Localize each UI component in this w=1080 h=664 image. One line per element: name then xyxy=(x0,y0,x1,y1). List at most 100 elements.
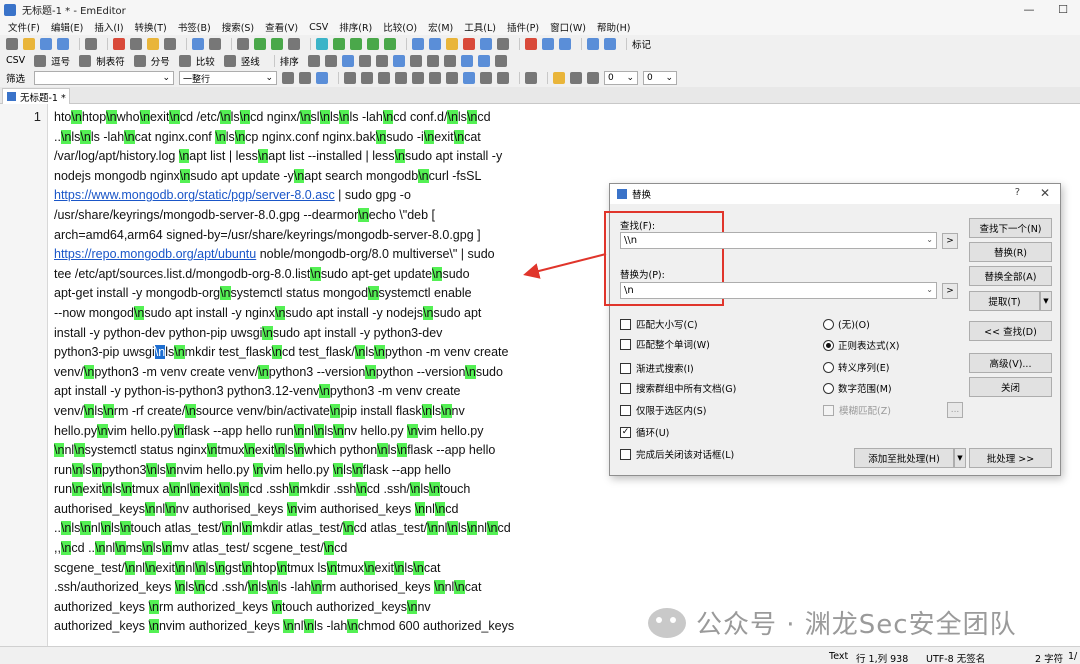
highlight-icon[interactable] xyxy=(316,37,328,50)
find-next-icon[interactable] xyxy=(254,37,266,50)
column-icon[interactable] xyxy=(429,37,441,50)
checkbox-box[interactable] xyxy=(620,448,631,460)
chevron-down-icon[interactable]: ⌄ xyxy=(926,235,933,244)
csv-mode-icon[interactable] xyxy=(34,54,47,67)
filter-count-icon[interactable] xyxy=(587,72,600,84)
replace-arrow-button[interactable]: > xyxy=(942,283,958,299)
csv-compare[interactable]: 比较 xyxy=(196,54,215,68)
help-icon[interactable]: ? xyxy=(1015,187,1020,198)
filter-search-icon[interactable] xyxy=(316,72,329,84)
csv-comma[interactable]: 逗号 xyxy=(51,54,70,68)
menu-item[interactable]: CSV xyxy=(309,22,328,33)
option-checkbox[interactable]: 仅限于选区内(S) xyxy=(620,403,706,417)
search-mode-radio[interactable]: 正则表达式(X) xyxy=(823,338,899,352)
filter-rows-icon[interactable] xyxy=(358,54,371,67)
window-icon[interactable] xyxy=(480,37,492,50)
option-checkbox[interactable]: 完成后关闭该对话框(L) xyxy=(620,447,734,461)
search-mode-radio[interactable]: 转义序列(E) xyxy=(823,360,889,374)
unique-icon[interactable] xyxy=(375,54,388,67)
play-macro-icon[interactable] xyxy=(559,37,571,50)
checkbox-box[interactable] xyxy=(620,338,631,350)
editor-text[interactable]: hto\nhtop\nwho\nexit\ncd /etc/\nls\ncd n… xyxy=(54,108,614,637)
close-icon[interactable]: ✕ xyxy=(1040,186,1050,200)
checkmark-icon[interactable]: ✓ xyxy=(620,426,631,438)
paste-icon[interactable] xyxy=(147,37,159,50)
record-macro-icon[interactable] xyxy=(542,37,554,50)
bookmark-icon[interactable] xyxy=(463,72,476,84)
save-all-icon[interactable] xyxy=(57,37,69,50)
find-input[interactable]: \\n ⌄ xyxy=(620,232,937,249)
new-file-icon[interactable] xyxy=(6,37,18,50)
add-to-batch-button[interactable]: 添加至批处理(H) ▼ xyxy=(854,448,966,468)
radio-dot[interactable] xyxy=(823,339,834,351)
match-case-icon[interactable] xyxy=(344,72,357,84)
menu-item[interactable]: 搜索(S) xyxy=(222,20,254,34)
view-mode-4-icon[interactable] xyxy=(384,37,396,50)
menu-item[interactable]: 比较(O) xyxy=(383,20,417,34)
option-checkbox[interactable]: 匹配大小写(C) xyxy=(620,317,698,331)
menu-item[interactable]: 文件(F) xyxy=(8,20,40,34)
menu-item[interactable]: 查看(V) xyxy=(265,20,298,34)
radio-dot[interactable] xyxy=(823,382,834,394)
menu-item[interactable]: 转换(T) xyxy=(135,20,167,34)
option-checkbox[interactable]: ✓ 循环(U) xyxy=(620,425,669,439)
view-mode-3-icon[interactable] xyxy=(367,37,379,50)
url-link[interactable]: https://repo.mongodb.org/apt/ubuntu xyxy=(54,247,256,261)
csv-semicolon[interactable]: 分号 xyxy=(151,54,170,68)
view-mode-1-icon[interactable] xyxy=(333,37,345,50)
escape-icon[interactable] xyxy=(395,72,408,84)
advanced-filter-icon[interactable] xyxy=(553,72,566,84)
after-lines-icon[interactable] xyxy=(497,72,510,84)
sort-desc-icon[interactable] xyxy=(324,54,337,67)
find-arrow-button[interactable]: > xyxy=(942,233,958,249)
before-lines-icon[interactable] xyxy=(480,72,493,84)
tab-separator-icon[interactable] xyxy=(79,54,92,67)
negative-icon[interactable] xyxy=(446,72,459,84)
plugin-icon[interactable] xyxy=(587,37,599,50)
split-icon[interactable] xyxy=(477,54,490,67)
option-checkbox[interactable]: 搜索群组中所有文档(G) xyxy=(620,381,736,395)
delete-icon[interactable] xyxy=(164,37,176,50)
search-mode-radio[interactable]: (无)(O) xyxy=(823,317,870,331)
find-collapse-button[interactable]: << 查找(D) xyxy=(969,321,1052,341)
url-link[interactable]: https://www.mongodb.org/static/pgp/serve… xyxy=(54,188,335,202)
lines-before-select[interactable]: 0 ⌄ xyxy=(604,71,639,85)
match-scope-select[interactable]: 一整行 ⌄ xyxy=(179,71,278,85)
option-checkbox[interactable]: 匹配整个单词(W) xyxy=(620,337,710,351)
close-button[interactable]: 关闭 xyxy=(969,377,1052,397)
replace-all-button[interactable]: 替换全部(A) xyxy=(969,266,1052,286)
minimize-icon[interactable]: — xyxy=(1012,0,1046,19)
menu-item[interactable]: 窗口(W) xyxy=(550,20,586,34)
column-insert-icon[interactable] xyxy=(426,54,439,67)
pipe-icon[interactable] xyxy=(223,54,236,67)
csv-pipe[interactable]: 竖线 xyxy=(241,54,260,68)
column-delete-icon[interactable] xyxy=(443,54,456,67)
macro-icon[interactable] xyxy=(446,37,458,50)
checkbox-box[interactable] xyxy=(620,318,631,330)
find-icon[interactable] xyxy=(237,37,249,50)
extract-dropdown-icon[interactable]: ▼ xyxy=(1040,291,1052,311)
replace-input[interactable]: \n ⌄ xyxy=(620,282,937,299)
sort-label[interactable]: 排序 xyxy=(280,54,299,68)
semicolon-icon[interactable] xyxy=(133,54,146,67)
replace-button[interactable]: 替换(R) xyxy=(969,242,1052,262)
clear-filter-icon[interactable] xyxy=(299,72,312,84)
checkbox-box[interactable] xyxy=(620,404,631,416)
csv-more-icon[interactable] xyxy=(494,54,507,67)
column-filter-icon[interactable] xyxy=(429,72,442,84)
menu-item[interactable]: 书签(B) xyxy=(178,20,211,34)
filter-input[interactable]: ⌄ xyxy=(34,71,175,85)
sort-num-icon[interactable] xyxy=(341,54,354,67)
extract-button[interactable]: 提取(T) ▼ xyxy=(969,291,1052,311)
menu-item[interactable]: 编辑(E) xyxy=(51,20,83,34)
menu-item[interactable]: 插件(P) xyxy=(507,20,539,34)
settings-icon[interactable] xyxy=(497,37,509,50)
chevron-down-icon[interactable]: ⌄ xyxy=(926,285,933,294)
option-checkbox[interactable]: 渐进式搜索(I) xyxy=(620,361,694,375)
csv-tab[interactable]: 制表符 xyxy=(96,54,125,68)
status-encoding[interactable]: UTF-8 无签名 xyxy=(926,651,985,664)
print-icon[interactable] xyxy=(85,37,97,50)
redo-icon[interactable] xyxy=(209,37,221,50)
column-select-icon[interactable] xyxy=(392,54,405,67)
batch-button[interactable]: 批处理 >> xyxy=(969,448,1052,468)
